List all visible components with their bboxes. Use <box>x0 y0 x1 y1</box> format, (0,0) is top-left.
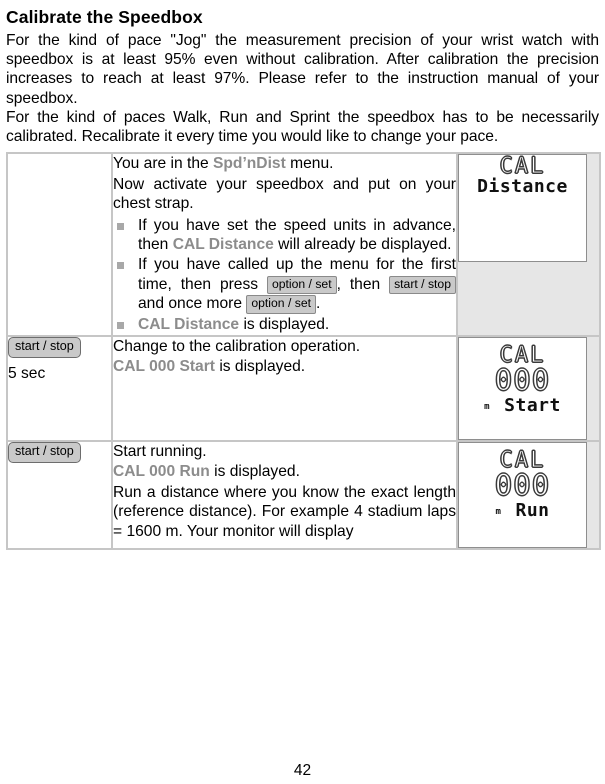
description-cell-row3: Start running. CAL 000 Run is displayed.… <box>111 440 458 551</box>
bullet1-suffix: will already be displayed. <box>273 236 452 253</box>
key-cell-row1 <box>6 152 113 338</box>
calibration-steps-table: You are in the Spd’nDist menu. Now activ… <box>6 152 601 551</box>
bullet2-suffix: . <box>315 295 321 313</box>
lcd-word-text: Distance <box>477 176 568 198</box>
lcd-segment-text: CAL <box>499 154 546 180</box>
page-number: 42 <box>293 762 312 779</box>
lcd-unit-text: m <box>484 401 490 412</box>
bullet3-suffix: is displayed. <box>239 315 330 333</box>
list-item: If you have set the speed units in advan… <box>113 216 456 255</box>
key-cell-row3: start / stop <box>6 440 113 551</box>
lcd-cell-row3: CAL 000 m Run <box>456 440 601 551</box>
list-item: CAL Distance is displayed. <box>113 315 456 334</box>
row3-line-1: Start running. <box>113 443 207 461</box>
lcd-word-text: Run <box>515 499 550 521</box>
lcd-word-text: Start <box>504 394 561 416</box>
row2-line-2: CAL 000 Start is displayed. <box>113 357 456 376</box>
key-cell-row2: start / stop 5 sec <box>6 335 113 443</box>
description-cell-row1: You are in the Spd’nDist menu. Now activ… <box>111 152 458 338</box>
lcd-numeric-text: 000 <box>494 468 551 503</box>
lcd-term-cal-distance: CAL Distance <box>172 236 274 253</box>
list-item: If you have called up the menu for the f… <box>113 255 456 314</box>
document-page: Calibrate the Speedbox For the kind of p… <box>0 0 605 784</box>
menu-location-prefix: You are in the <box>113 155 213 173</box>
bullet2-mid1: , then <box>336 275 390 293</box>
row2-line2-suffix: is displayed. <box>214 358 306 376</box>
lcd-term-cal-000-start: CAL 000 Start <box>113 358 215 376</box>
row1-bullet-list: If you have set the speed units in advan… <box>113 216 456 334</box>
lcd-term-cal-000-run: CAL 000 Run <box>113 463 210 481</box>
key-start-stop-row3[interactable]: start / stop <box>8 442 81 463</box>
lcd-cell-row1: CAL Distance <box>456 152 601 338</box>
lcd-cell-row2: CAL 000 m Start <box>456 335 601 443</box>
description-cell-row2: Change to the calibration operation. CAL… <box>111 335 458 443</box>
row3-line-2: CAL 000 Run is displayed. <box>113 462 456 481</box>
lcd-numeric-text: 000 <box>494 363 551 398</box>
table-row: You are in the Spd’nDist menu. Now activ… <box>6 152 601 338</box>
key-start-stop-inline[interactable]: start / stop <box>389 275 456 295</box>
menu-location-suffix: menu. <box>285 155 334 173</box>
lcd-display-cal-distance: CAL Distance <box>458 154 587 263</box>
table-row: start / stop Start running. CAL 000 Run … <box>6 440 601 551</box>
table-row: start / stop 5 sec Change to the calibra… <box>6 335 601 443</box>
bullet2-mid2: and once more <box>138 295 247 313</box>
key-option-set-1[interactable]: option / set <box>266 275 337 295</box>
key-start-stop-row2[interactable]: start / stop <box>8 337 81 358</box>
lcd-display-cal-000-run: CAL 000 m Run <box>458 442 587 549</box>
row2-line-1: Change to the calibration operation. <box>113 338 361 356</box>
menu-location-line: You are in the Spd’nDist menu. <box>113 154 456 173</box>
intro-paragraph-1: For the kind of pace "Jog" the measureme… <box>6 31 599 107</box>
lcd-display-cal-000-start: CAL 000 m Start <box>458 337 587 441</box>
lcd-term-spdndist: Spd’nDist <box>213 155 286 173</box>
lcd-unit-text: m <box>495 506 501 517</box>
key-duration-row2: 5 sec <box>8 364 46 382</box>
page-title: Calibrate the Speedbox <box>6 7 203 27</box>
key-option-set-2[interactable]: option / set <box>246 295 316 314</box>
activate-speedbox-line: Now activate your speedbox and put on yo… <box>113 175 456 213</box>
row3-line-3: Run a distance where you know the exact … <box>113 483 456 540</box>
intro-paragraph-2: For the kind of paces Walk, Run and Spri… <box>6 108 599 146</box>
row3-line2-suffix: is displayed. <box>209 463 300 481</box>
lcd-term-cal-distance-2: CAL Distance <box>138 315 240 333</box>
